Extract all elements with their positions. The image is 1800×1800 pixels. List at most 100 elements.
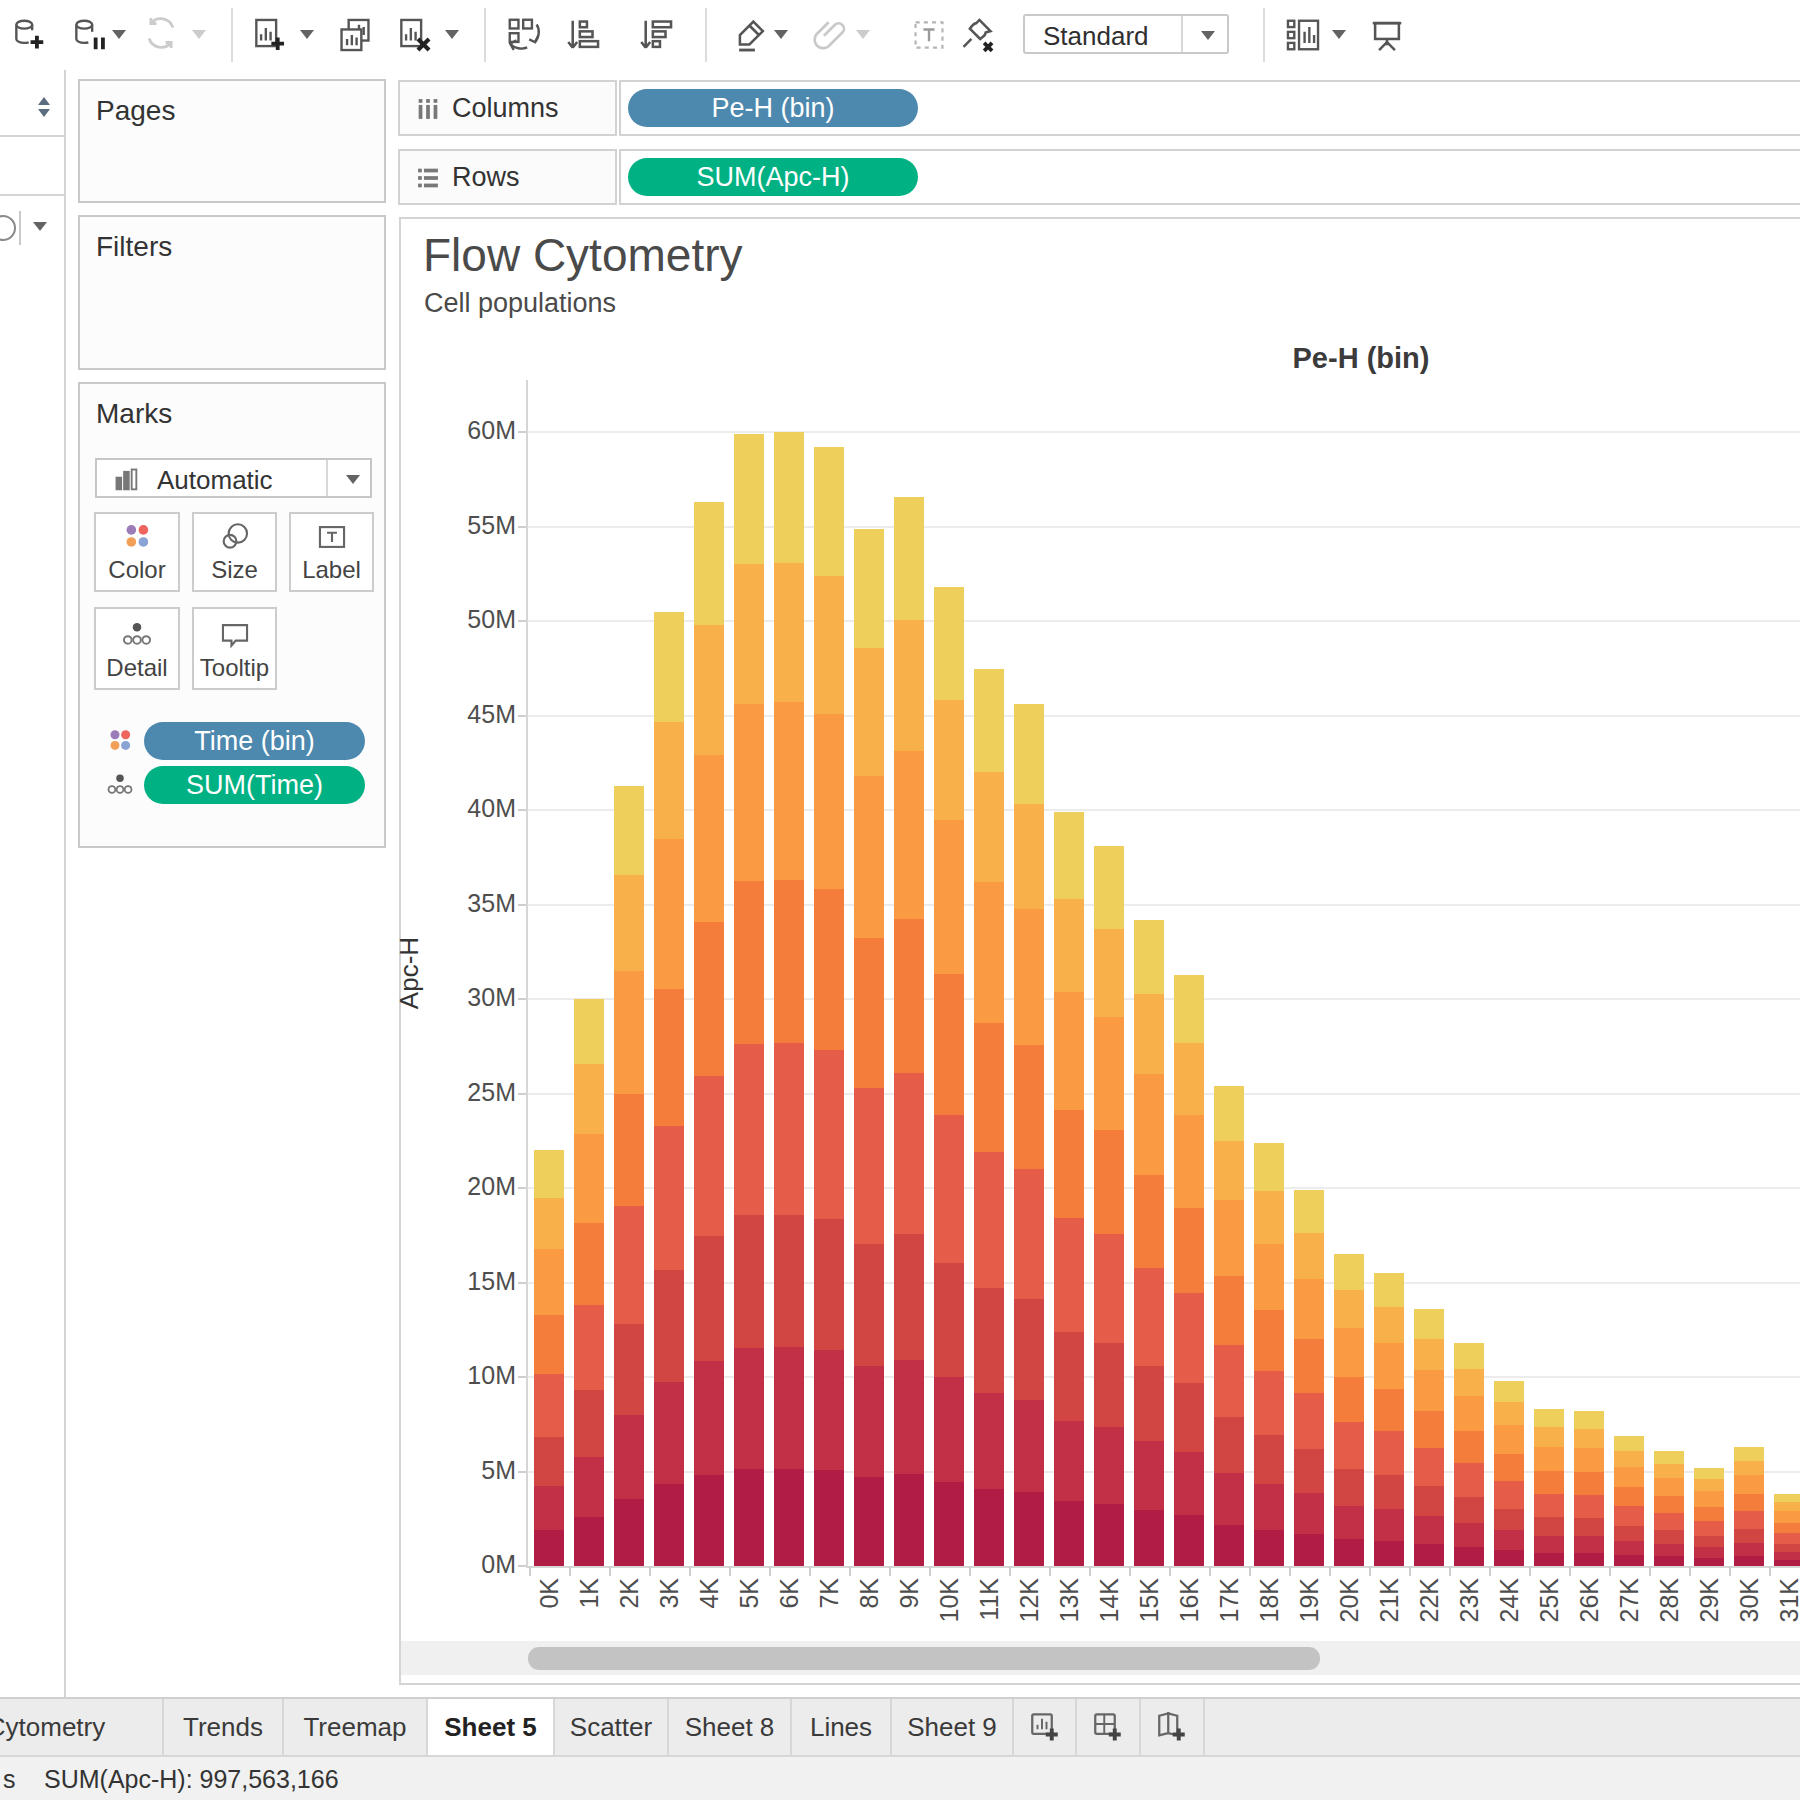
bar-segment[interactable] xyxy=(1414,1309,1444,1339)
bar-segment[interactable] xyxy=(534,1486,564,1530)
bar-segment[interactable] xyxy=(1534,1427,1564,1447)
bar-segment[interactable] xyxy=(1654,1556,1684,1566)
bar-segment[interactable] xyxy=(1254,1191,1284,1244)
bar-segment[interactable] xyxy=(1614,1506,1644,1526)
bar-segment[interactable] xyxy=(1574,1536,1604,1553)
bar-segment[interactable] xyxy=(1654,1530,1684,1544)
bar-segment[interactable] xyxy=(574,999,604,1064)
show-mark-labels-icon[interactable] xyxy=(910,16,948,54)
bar-segment[interactable] xyxy=(1334,1290,1364,1328)
bar-segment[interactable] xyxy=(1694,1558,1724,1566)
bar-segment[interactable] xyxy=(854,1477,884,1566)
bar-segment[interactable] xyxy=(1094,929,1124,1017)
bar-segment[interactable] xyxy=(1534,1536,1564,1553)
bar-segment[interactable] xyxy=(1214,1141,1244,1200)
bar-segment[interactable] xyxy=(1454,1547,1484,1566)
clear-sheet-icon[interactable] xyxy=(395,16,433,54)
bar-segment[interactable] xyxy=(1494,1425,1524,1454)
bar-segment[interactable] xyxy=(734,881,764,1044)
bar-segment[interactable] xyxy=(894,919,924,1073)
sheet-tab-sheet-9[interactable]: Sheet 9 xyxy=(892,1699,1014,1755)
bar-segment[interactable] xyxy=(814,576,844,714)
bar-segment[interactable] xyxy=(814,1350,844,1470)
bar-segment[interactable] xyxy=(814,714,844,889)
bar-segment[interactable] xyxy=(654,839,684,989)
bar-segment[interactable] xyxy=(1654,1513,1684,1530)
bar-segment[interactable] xyxy=(1534,1409,1564,1427)
bar-segment[interactable] xyxy=(1454,1343,1484,1369)
rows-pill[interactable]: SUM(Apc-H) xyxy=(628,158,918,196)
bar-segment[interactable] xyxy=(1294,1534,1324,1566)
bar-segment[interactable] xyxy=(1494,1402,1524,1425)
bar-segment[interactable] xyxy=(574,1305,604,1390)
bar-segment[interactable] xyxy=(694,1361,724,1475)
bar-segment[interactable] xyxy=(1294,1393,1324,1449)
bar-segment[interactable] xyxy=(1134,1074,1164,1175)
fit-selector-caret[interactable] xyxy=(1201,31,1215,40)
bar-segment[interactable] xyxy=(974,1288,1004,1393)
bar-segment[interactable] xyxy=(1374,1307,1404,1343)
bar-segment[interactable] xyxy=(1214,1345,1244,1417)
bar-segment[interactable] xyxy=(1454,1369,1484,1396)
bar-segment[interactable] xyxy=(854,529,884,648)
tooltip-button[interactable]: Tooltip xyxy=(192,607,277,690)
bar-segment[interactable] xyxy=(734,1215,764,1348)
bar-segment[interactable] xyxy=(1454,1523,1484,1547)
bar-segment[interactable] xyxy=(774,1469,804,1566)
bar-segment[interactable] xyxy=(1414,1486,1444,1516)
bar-segment[interactable] xyxy=(694,625,724,755)
bar-segment[interactable] xyxy=(734,1348,764,1469)
bar-segment[interactable] xyxy=(734,1469,764,1566)
bar-segment[interactable] xyxy=(854,1088,884,1244)
bar-segment[interactable] xyxy=(574,1064,604,1134)
bar-segment[interactable] xyxy=(734,434,764,564)
bar-segment[interactable] xyxy=(1734,1475,1764,1494)
bar-segment[interactable] xyxy=(1414,1339,1444,1370)
bar-segment[interactable] xyxy=(814,1219,844,1350)
fix-axes-icon[interactable] xyxy=(958,16,996,54)
bar-segment[interactable] xyxy=(534,1150,564,1198)
bar-segment[interactable] xyxy=(694,1475,724,1566)
bar-segment[interactable] xyxy=(574,1223,604,1305)
sheet-tab-sheet-8[interactable]: Sheet 8 xyxy=(669,1699,792,1755)
bar-segment[interactable] xyxy=(534,1530,564,1566)
bar-segment[interactable] xyxy=(894,1234,924,1360)
bar-segment[interactable] xyxy=(1574,1518,1604,1536)
bar-segment[interactable] xyxy=(1014,1299,1044,1400)
bar-segment[interactable] xyxy=(654,1484,684,1566)
presentation-mode-icon[interactable] xyxy=(1368,16,1406,54)
bar-segment[interactable] xyxy=(1094,1234,1124,1343)
bar-segment[interactable] xyxy=(894,1360,924,1474)
bar-segment[interactable] xyxy=(814,889,844,1050)
bar-segment[interactable] xyxy=(1054,812,1084,899)
bar-segment[interactable] xyxy=(614,786,644,875)
bar-segment[interactable] xyxy=(1534,1471,1564,1494)
bar-segment[interactable] xyxy=(1294,1493,1324,1534)
bar-segment[interactable] xyxy=(1294,1339,1324,1393)
bar-segment[interactable] xyxy=(694,1236,724,1361)
bar-segment[interactable] xyxy=(774,432,804,563)
mark-type-caret[interactable] xyxy=(346,475,360,484)
bar-segment[interactable] xyxy=(1614,1526,1644,1541)
bar-segment[interactable] xyxy=(1534,1517,1564,1536)
pause-auto-updates-icon[interactable] xyxy=(70,16,108,54)
bar-segment[interactable] xyxy=(1374,1273,1404,1307)
bar-segment[interactable] xyxy=(1774,1533,1800,1544)
bar-segment[interactable] xyxy=(1414,1516,1444,1544)
bar-segment[interactable] xyxy=(1494,1530,1524,1550)
bar-segment[interactable] xyxy=(694,1076,724,1236)
data-pane-caret[interactable] xyxy=(33,222,47,231)
bar-segment[interactable] xyxy=(1134,920,1164,994)
sheet-tab-sheet-5[interactable]: Sheet 5 xyxy=(428,1699,555,1755)
bar-segment[interactable] xyxy=(1614,1487,1644,1506)
bar-segment[interactable] xyxy=(654,1270,684,1382)
bar-segment[interactable] xyxy=(934,1115,964,1263)
bar-segment[interactable] xyxy=(1734,1447,1764,1461)
sort-descending-icon[interactable] xyxy=(637,16,675,54)
bar-segment[interactable] xyxy=(974,1393,1004,1489)
show-hide-cards-caret[interactable] xyxy=(1332,30,1346,39)
mark-type-dropdown[interactable]: Automatic xyxy=(95,458,372,498)
size-button[interactable]: Size xyxy=(192,512,277,592)
bar-segment[interactable] xyxy=(974,772,1004,882)
bar-segment[interactable] xyxy=(574,1517,604,1566)
